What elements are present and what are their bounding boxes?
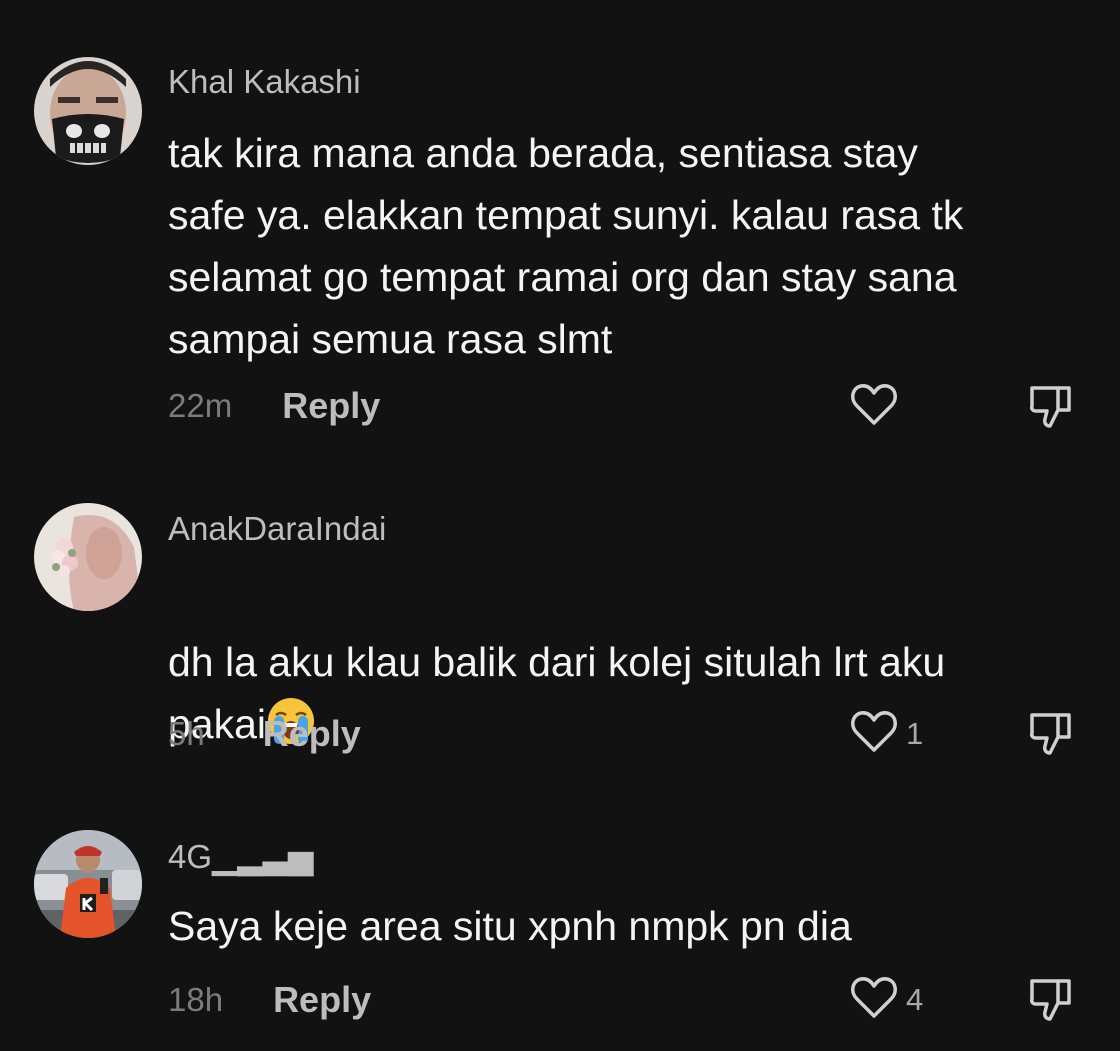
dislike-button[interactable] bbox=[1028, 709, 1074, 759]
like-button[interactable]: 4 bbox=[850, 975, 923, 1025]
dislike-button[interactable] bbox=[1028, 382, 1074, 432]
thumbs-down-icon bbox=[1028, 979, 1074, 1027]
username[interactable]: AnakDaraIndai bbox=[168, 510, 386, 548]
comment-time: 22m bbox=[168, 387, 233, 424]
heart-outline-icon bbox=[850, 976, 898, 1025]
heart-outline-icon bbox=[850, 710, 898, 759]
avatar[interactable] bbox=[34, 503, 142, 611]
username[interactable]: 4G▁▂▃▅ bbox=[168, 837, 314, 876]
like-button[interactable]: 1 bbox=[850, 709, 923, 759]
avatar[interactable] bbox=[34, 830, 142, 938]
reply-button[interactable]: Reply bbox=[273, 979, 371, 1021]
reply-button[interactable]: Reply bbox=[263, 713, 361, 755]
comment-time: 18h bbox=[168, 981, 224, 1018]
comment-text: tak kira mana anda berada, sentiasa stay… bbox=[168, 130, 964, 362]
comment-time: 5h bbox=[168, 715, 205, 752]
like-count: 4 bbox=[906, 982, 924, 1017]
comment-meta: 22m Reply bbox=[168, 384, 380, 428]
comment-meta: 5h Reply bbox=[168, 712, 361, 756]
comment-meta: 18h Reply bbox=[168, 978, 371, 1022]
heart-outline-icon bbox=[850, 383, 898, 432]
comment-text: Saya keje area situ xpnh nmpk pn dia bbox=[168, 903, 852, 949]
thumbs-down-icon bbox=[1028, 713, 1074, 761]
like-count: 1 bbox=[906, 716, 924, 751]
reply-button[interactable]: Reply bbox=[282, 385, 380, 427]
avatar[interactable] bbox=[34, 57, 142, 165]
like-button[interactable] bbox=[850, 382, 906, 432]
dislike-button[interactable] bbox=[1028, 975, 1074, 1025]
username[interactable]: Khal Kakashi bbox=[168, 63, 361, 101]
thumbs-down-icon bbox=[1028, 386, 1074, 434]
